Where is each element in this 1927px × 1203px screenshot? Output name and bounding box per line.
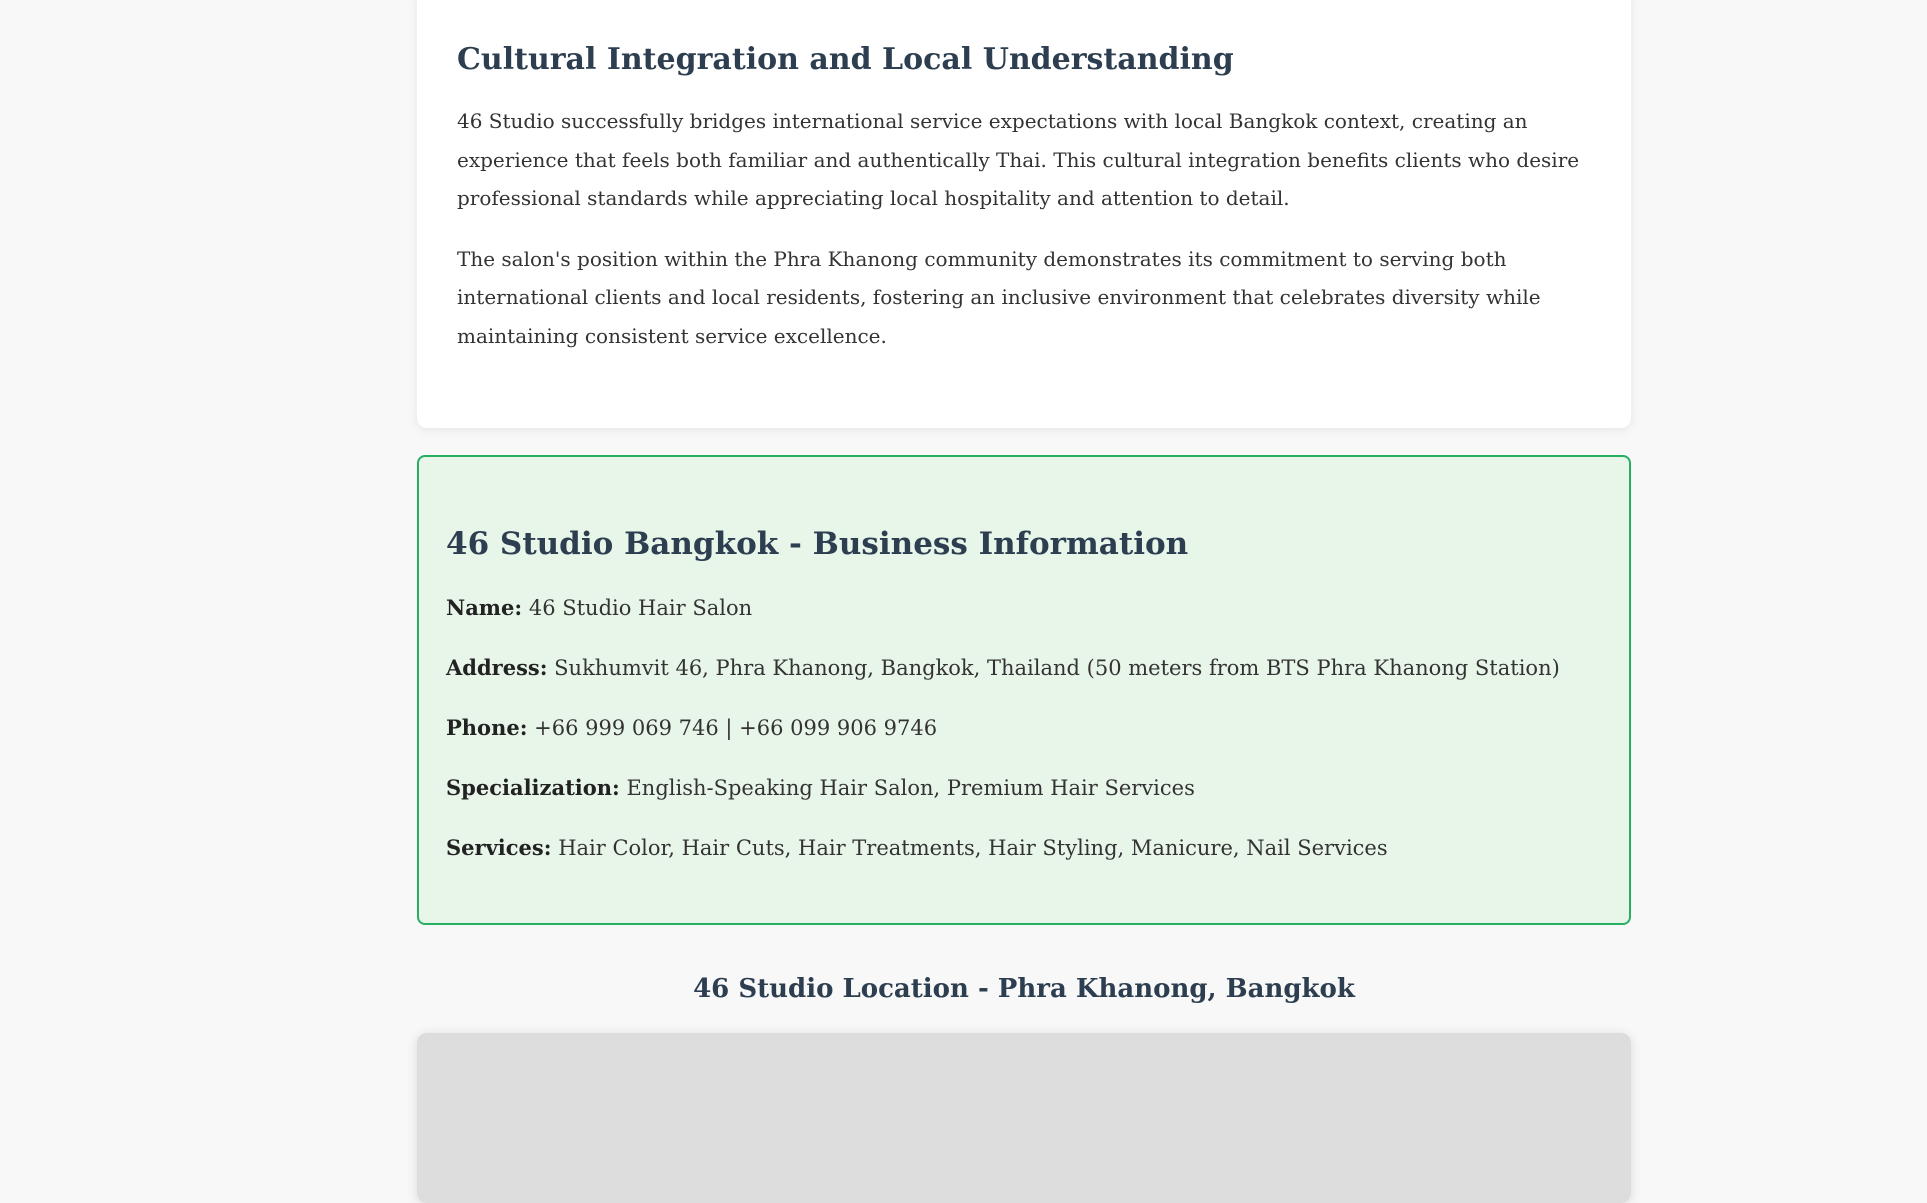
business-phone-row: Phone: +66 999 069 746 | +66 099 906 974… xyxy=(446,713,1602,743)
business-specialization-row: Specialization: English-Speaking Hair Sa… xyxy=(446,773,1602,803)
business-address-label: Address: xyxy=(446,655,548,680)
business-info-box: 46 Studio Bangkok - Business Information… xyxy=(417,455,1631,925)
article-section: Cultural Integration and Local Understan… xyxy=(417,0,1631,428)
location-heading: 46 Studio Location - Phra Khanong, Bangk… xyxy=(693,974,1355,1004)
business-specialization-label: Specialization: xyxy=(446,775,620,800)
business-name-value: 46 Studio Hair Salon xyxy=(528,596,753,620)
business-specialization-value: English-Speaking Hair Salon, Premium Hai… xyxy=(626,776,1195,800)
business-address-value: Sukhumvit 46, Phra Khanong, Bangkok, Tha… xyxy=(554,656,1560,680)
business-name-row: Name: 46 Studio Hair Salon xyxy=(446,593,1602,623)
article-paragraph: 46 Studio successfully bridges internati… xyxy=(457,109,1580,210)
business-address-row: Address: Sukhumvit 46, Phra Khanong, Ban… xyxy=(446,653,1602,683)
business-services-label: Services: xyxy=(446,835,552,860)
article-paragraph: The salon's position within the Phra Kha… xyxy=(457,246,1541,348)
section-heading: Cultural Integration and Local Understan… xyxy=(457,42,1234,77)
business-phone-value: +66 999 069 746 | +66 099 906 9746 xyxy=(534,716,938,740)
business-info-heading: 46 Studio Bangkok - Business Information xyxy=(446,526,1189,562)
business-services-row: Services: Hair Color, Hair Cuts, Hair Tr… xyxy=(446,833,1602,863)
map-embed[interactable] xyxy=(417,1033,1631,1203)
business-services-value: Hair Color, Hair Cuts, Hair Treatments, … xyxy=(558,836,1388,860)
business-phone-label: Phone: xyxy=(446,715,528,740)
business-name-label: Name: xyxy=(446,595,523,620)
